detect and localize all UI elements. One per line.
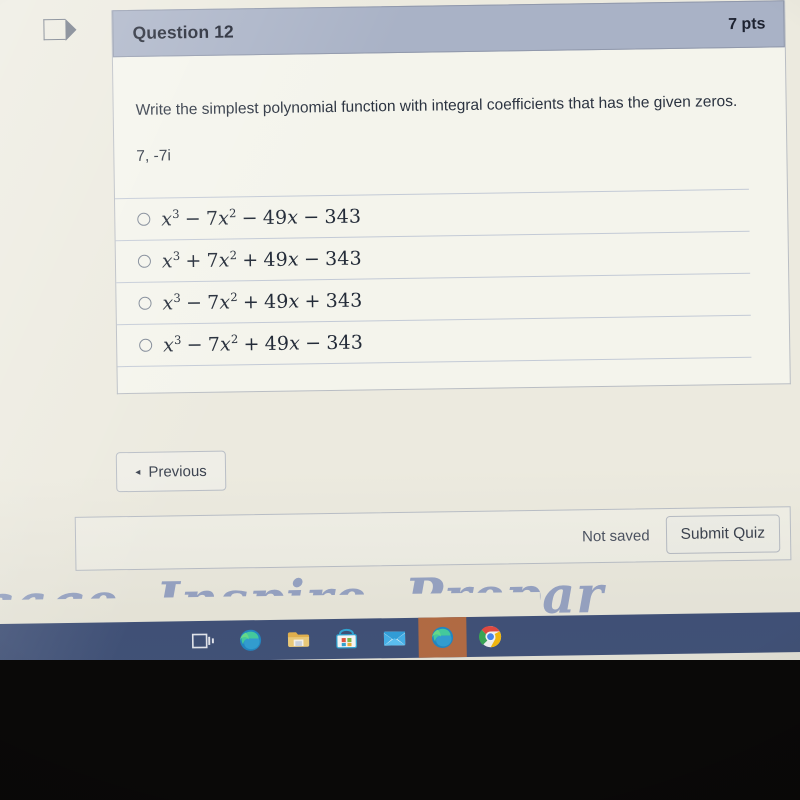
screenshot-root: gage. Inspire. Prepar Question 12 7 pts … (0, 0, 800, 800)
save-status-label: Not saved (581, 526, 650, 545)
taskbar-item-file-explorer-icon[interactable] (274, 619, 323, 660)
previous-button-label: Previous (148, 462, 207, 481)
radio-button-icon[interactable] (138, 296, 152, 310)
answer-choice-text: x3−7x2−49x −343 (161, 205, 362, 231)
file-explorer-icon (285, 626, 311, 652)
microsoft-store-icon (333, 626, 359, 652)
taskbar-item-google-chrome-icon[interactable] (466, 616, 515, 657)
laptop-screen: gage. Inspire. Prepar Question 12 7 pts … (0, 0, 800, 681)
taskbar-item-microsoft-edge-icon[interactable] (226, 620, 275, 661)
flag-marker-icon (43, 18, 66, 41)
question-points-badge: 7 pts (727, 15, 766, 33)
submit-quiz-button[interactable]: Submit Quiz (665, 514, 781, 555)
previous-button[interactable]: ◂ Previous (115, 450, 227, 493)
radio-button-icon[interactable] (139, 338, 153, 352)
mail-icon (381, 625, 407, 651)
task-view-icon (189, 628, 215, 654)
answer-choice-text: x3−7x2 +49x −343 (163, 331, 364, 357)
taskbar-item-mail-icon[interactable] (370, 618, 419, 659)
answer-choice-text: x3−7x2 +49x +343 (162, 289, 363, 315)
taskbar-item-microsoft-edge-icon[interactable] (418, 617, 467, 658)
answer-choice-choice-d[interactable]: x3−7x2 +49x −343 (116, 314, 752, 368)
radio-button-icon[interactable] (137, 212, 151, 226)
taskbar-item-microsoft-store-icon[interactable] (322, 618, 371, 659)
previous-arrow-icon: ◂ (135, 466, 141, 478)
answer-choice-list: x3−7x2−49x −343 x3 +7x2 +49x −343 x3−7x2 +49x +3… (114, 188, 790, 393)
answer-choice-text: x3 +7x2 +49x −343 (161, 247, 363, 273)
question-card: Question 12 7 pts Write the simplest pol… (111, 0, 791, 395)
laptop-bezel: DELL (0, 660, 800, 800)
quiz-footer-bar: Not saved Submit Quiz (74, 506, 792, 571)
radio-button-icon[interactable] (137, 254, 152, 268)
google-chrome-icon (477, 623, 503, 649)
microsoft-edge-icon (237, 627, 263, 653)
browser-page: gage. Inspire. Prepar Question 12 7 pts … (0, 0, 800, 681)
taskbar-item-task-view-icon[interactable] (178, 621, 227, 662)
microsoft-edge-icon (429, 624, 455, 650)
question-body: Write the simplest polynomial function w… (113, 47, 790, 393)
question-title: Question 12 (132, 21, 234, 43)
